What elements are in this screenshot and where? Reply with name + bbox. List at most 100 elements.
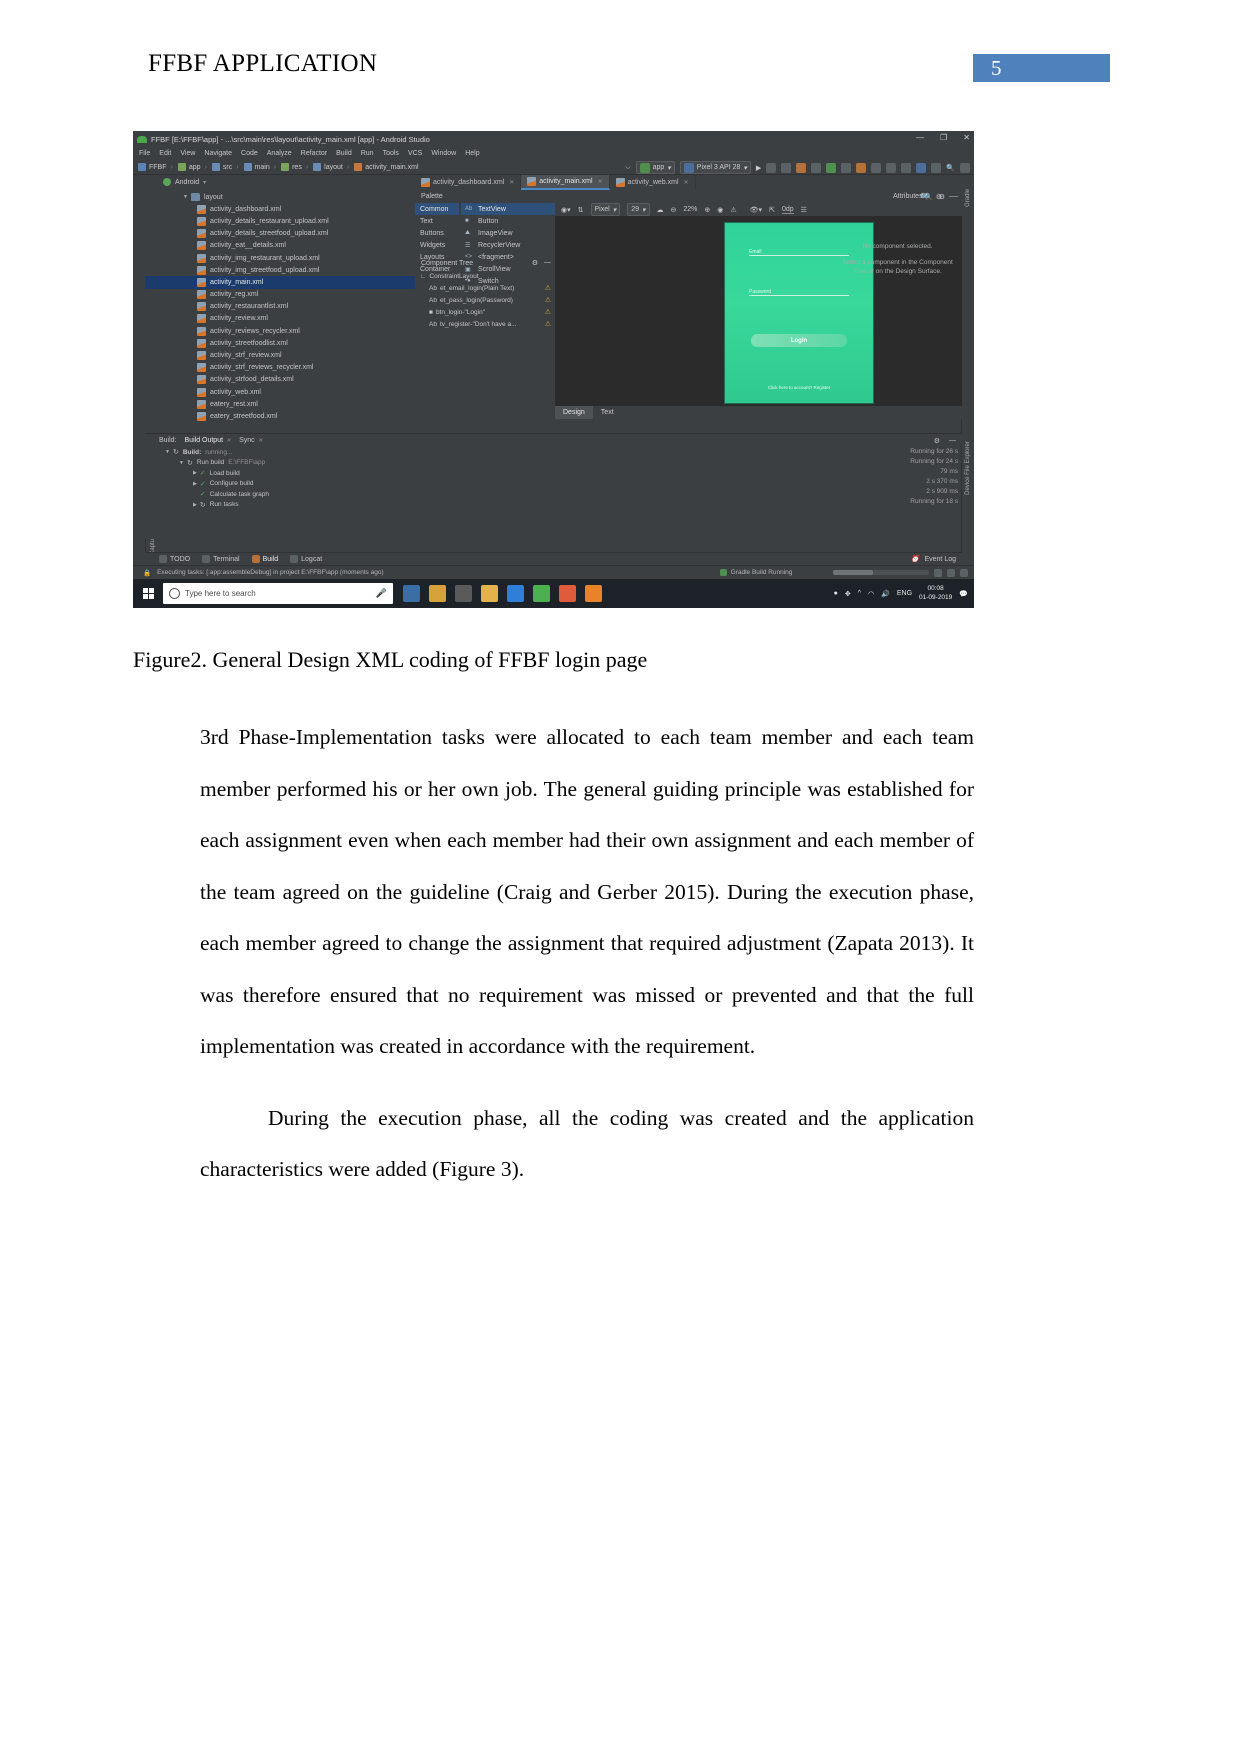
tree-file-eatery-streetfood[interactable]: eatery_streetfood.xml <box>145 410 415 422</box>
build-tool-window-header[interactable]: Build: Build Output ✕ Sync ✕ ⚙ — <box>145 433 962 447</box>
tree-file-activity-restaurantlist[interactable]: activity_restaurantlist.xml <box>145 301 415 313</box>
minimize-icon[interactable]: — <box>951 193 958 201</box>
profiler-icon[interactable] <box>796 162 807 173</box>
zoom-out-icon[interactable]: ⊖ <box>671 206 677 214</box>
volume-tray-icon[interactable]: 🔊 <box>881 590 890 598</box>
design-surface-toolbar[interactable]: ◉▾ ⇅ Pixel ▾ 29 ▾ ☁ ⊖ 22% ⊕ ◉ ⚠ 👁▾ ⇱ 0dp ☰ <box>555 203 962 216</box>
memory-indicator-icon[interactable] <box>934 568 942 577</box>
redo-icon[interactable] <box>901 162 912 173</box>
device-preview-selector[interactable]: Pixel ▾ <box>590 203 621 216</box>
android-studio-taskbar-icon[interactable] <box>533 585 550 602</box>
taskbar-search-box[interactable]: Type here to search 🎤 <box>163 583 393 604</box>
tree-folder-layout[interactable]: ▼ layout <box>145 191 415 203</box>
constraint-icon[interactable]: ☰ <box>801 206 807 214</box>
expand-triangle-icon[interactable]: ▶ <box>193 502 197 508</box>
commit-icon[interactable] <box>931 162 942 173</box>
chevron-down-icon[interactable]: ▾ <box>203 179 206 186</box>
ide-menu-bar[interactable]: File Edit View Navigate Code Analyze Ref… <box>133 147 974 160</box>
tree-file-activity-streetfoodlist[interactable]: activity_streetfoodlist.xml <box>145 337 415 349</box>
editor-tab-activity-main[interactable]: activity_main.xml ✕ <box>521 175 610 190</box>
breadcrumb-res[interactable]: res › <box>281 163 309 171</box>
close-icon[interactable]: ✕ <box>598 178 603 185</box>
component-tree-item-btn-login[interactable]: ■ btn_login-"Login" ⚠ <box>415 306 555 318</box>
tree-file-activity-eat-details[interactable]: activity_eat__details.xml <box>145 240 415 252</box>
expand-triangle-icon[interactable]: ▶ <box>193 470 197 476</box>
eye-icon[interactable]: 👁▾ <box>750 206 762 214</box>
build-tab-sync[interactable]: Sync ✕ <box>239 437 263 444</box>
vcs-update-icon[interactable] <box>916 162 927 173</box>
menu-item-build[interactable]: Build <box>336 150 352 157</box>
attach-debugger-icon[interactable] <box>781 162 792 173</box>
vlc-icon[interactable] <box>585 585 602 602</box>
show-hidden-icons-icon[interactable]: ^ <box>858 590 861 597</box>
palette-item-textview[interactable]: Ab TextView <box>461 203 555 215</box>
notification-icon[interactable] <box>947 568 955 577</box>
right-tool-window-strip[interactable]: Gradle Device File Explorer <box>961 175 974 608</box>
build-row-build-running[interactable]: ▼ ↻ Build: running... <box>159 447 659 458</box>
palette-item-imageview[interactable]: ⛰ ImageView <box>461 227 555 239</box>
build-row-configure-build[interactable]: ▶ ✓ Configure build <box>159 479 659 490</box>
debug-icon[interactable] <box>766 162 777 173</box>
menu-item-navigate[interactable]: Navigate <box>204 150 232 157</box>
run-icon[interactable]: ▶ <box>756 164 761 172</box>
menu-item-vcs[interactable]: VCS <box>408 150 422 157</box>
network-tray-icon[interactable]: ◠ <box>868 590 874 598</box>
close-icon[interactable]: ✕ <box>684 179 689 186</box>
tree-file-activity-strf-review[interactable]: activity_strf_review.xml <box>145 349 415 361</box>
build-row-run-tasks[interactable]: ▶ ↻ Run tasks <box>159 500 659 511</box>
bluetooth-tray-icon[interactable]: ✥ <box>845 590 851 598</box>
close-icon[interactable]: ✕ <box>509 179 514 186</box>
collapse-triangle-icon[interactable]: ▼ <box>179 460 184 466</box>
tree-file-activity-main[interactable]: activity_main.xml <box>145 276 415 289</box>
expand-triangle-icon[interactable]: ▼ <box>183 194 188 200</box>
menu-item-edit[interactable]: Edit <box>159 150 171 157</box>
tree-file-activity-reviews-recycler[interactable]: activity_reviews_recycler.xml <box>145 325 415 337</box>
avd-manager-icon[interactable] <box>841 162 852 173</box>
theme-icon[interactable]: ☁ <box>657 206 664 214</box>
issue-warning-icon[interactable]: ⚠ <box>730 206 736 214</box>
breadcrumb-app[interactable]: app › <box>177 163 208 171</box>
warning-icon[interactable]: ⚠ <box>545 284 551 292</box>
chrome-browser-icon[interactable] <box>559 585 576 602</box>
expand-triangle-icon[interactable]: ▶ <box>193 481 197 487</box>
breadcrumb-activity-main-xml[interactable]: activity_main.xml <box>354 163 419 171</box>
breadcrumb-layout[interactable]: layout › <box>313 163 350 171</box>
palette-category-list[interactable]: Common Text Buttons Widgets <box>415 203 459 251</box>
menu-item-help[interactable]: Help <box>465 150 479 157</box>
api-level-selector[interactable]: 29 ▾ <box>627 203 650 216</box>
menu-item-window[interactable]: Window <box>431 150 456 157</box>
menu-item-code[interactable]: Code <box>241 150 258 157</box>
tree-file-eatery-rest[interactable]: eatery_rest.xml <box>145 398 415 410</box>
tree-file-activity-review[interactable]: activity_review.xml <box>145 313 415 325</box>
close-icon[interactable]: ✕ <box>226 437 231 444</box>
preview-login-button[interactable]: Login <box>751 334 847 347</box>
event-log-button[interactable]: ⏰ Event Log <box>911 555 956 564</box>
component-tree-item-tv-register[interactable]: Ab tv_register-"Don't have a... ⚠ <box>415 318 555 330</box>
warning-icon[interactable]: ⚠ <box>545 308 551 316</box>
warning-icon[interactable]: ⚠ <box>545 296 551 304</box>
gear-icon[interactable]: ⚙ <box>939 193 945 201</box>
taskbar-clock[interactable]: 00:08 01-09-2019 <box>919 585 952 601</box>
component-tree-item-et-pass-login[interactable]: Ab et_pass_login(Password) ⚠ <box>415 294 555 306</box>
build-panel-header-icons[interactable]: ⚙ — <box>934 437 956 445</box>
start-button[interactable] <box>133 579 163 608</box>
menu-item-refactor[interactable]: Refactor <box>301 150 327 157</box>
build-output-tree[interactable]: ▼ ↻ Build: running... ▼ ↻ Run build E:\FFBF\ap… <box>159 447 659 510</box>
palette-category-widgets[interactable]: Widgets <box>415 239 459 251</box>
attributes-header-icons[interactable]: 🔍 ⚙ — <box>924 193 958 201</box>
menu-item-file[interactable]: File <box>139 150 150 157</box>
bottom-tab-terminal[interactable]: Terminal <box>202 555 240 563</box>
bottom-tool-window-bar[interactable]: TODO Terminal Build Logcat ⏰ Event Log <box>145 552 962 565</box>
tree-file-activity-web[interactable]: activity_web.xml <box>145 386 415 398</box>
antivirus-tray-icon[interactable]: ● <box>834 590 838 597</box>
minimize-icon[interactable]: — <box>544 259 551 267</box>
palette-item-button[interactable]: ■ Button <box>461 215 555 227</box>
sdk-manager-icon[interactable] <box>856 162 867 173</box>
build-tab-build-output[interactable]: Build Output ✕ <box>185 437 232 444</box>
stop-icon[interactable] <box>811 162 822 173</box>
zoom-fit-icon[interactable]: ◉ <box>717 206 723 214</box>
editor-tab-activity-dashboard[interactable]: activity_dashboard.xml ✕ <box>415 175 522 190</box>
tree-file-activity-dashboard[interactable]: activity_dashboard.xml <box>145 203 415 215</box>
close-icon[interactable]: ✕ <box>963 133 970 142</box>
tree-file-activity-strf-reviews-recycler[interactable]: activity_strf_reviews_recycler.xml <box>145 362 415 374</box>
